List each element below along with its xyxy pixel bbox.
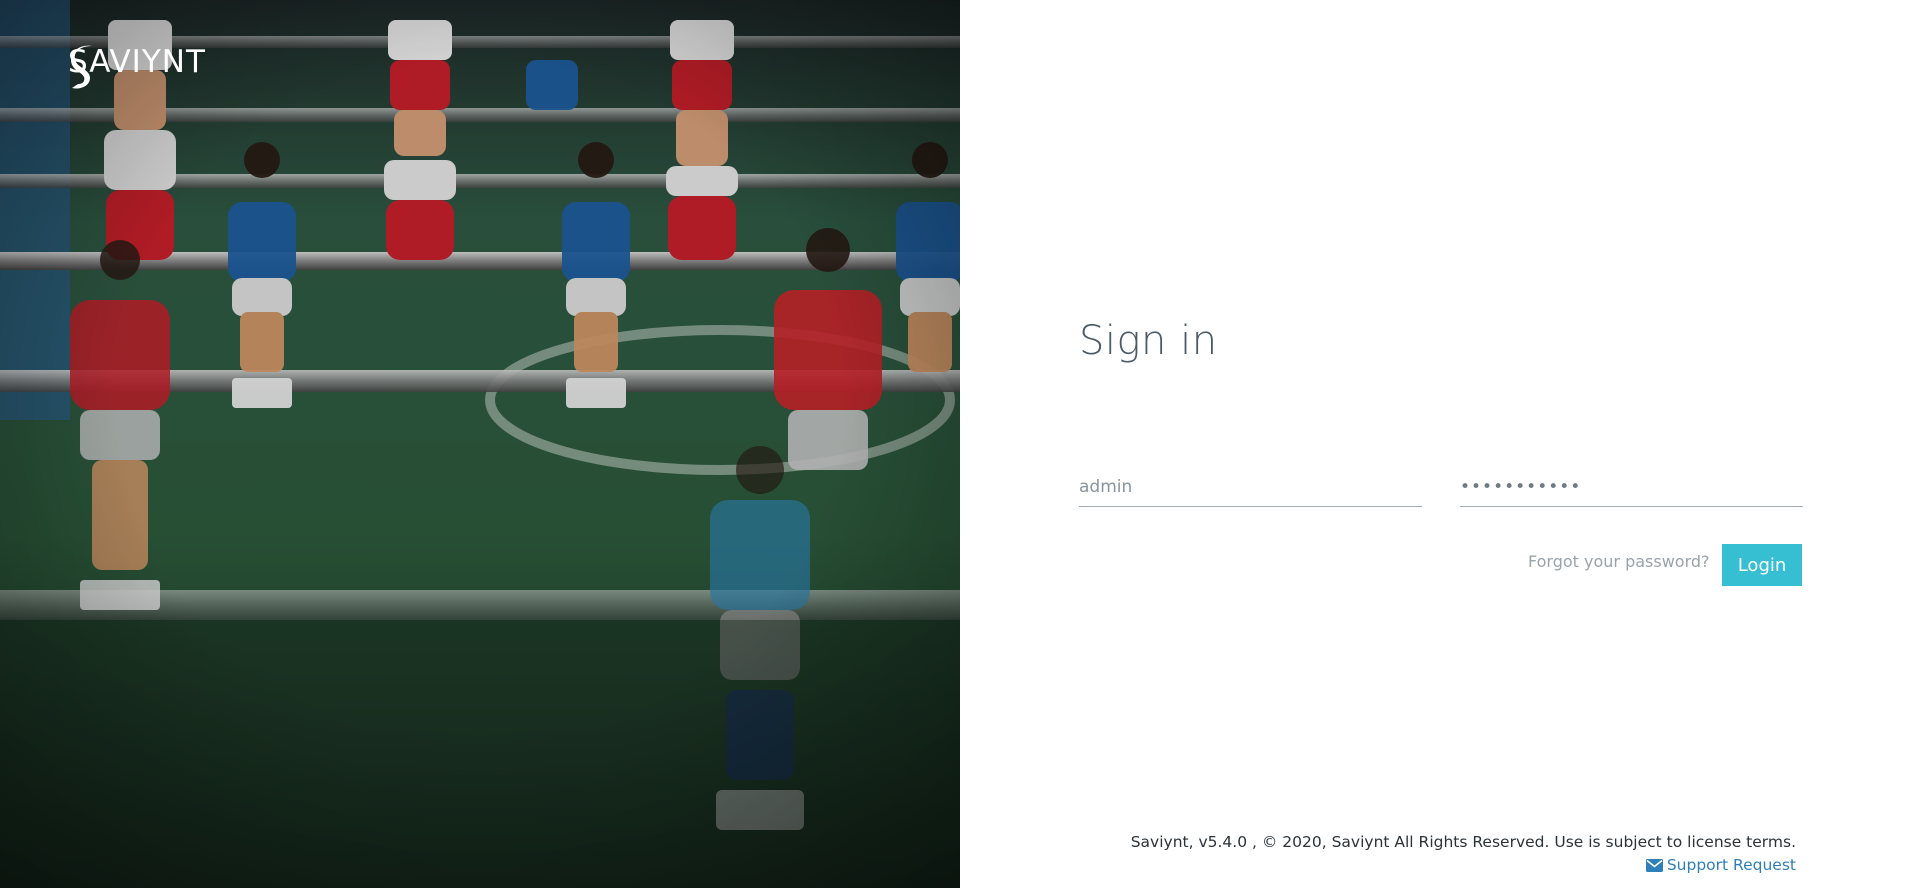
support-request-label: Support Request <box>1666 856 1796 874</box>
foosball-photo <box>0 0 960 888</box>
login-page: SAVIYNT Sign in Forgot your password? Lo… <box>0 0 1920 888</box>
saviynt-logo-mark-icon <box>71 45 92 89</box>
envelope-icon <box>1645 859 1663 872</box>
login-panel: Sign in Forgot your password? Login Savi… <box>960 0 1920 888</box>
hero-photo: SAVIYNT <box>0 0 960 888</box>
forgot-password-link[interactable]: Forgot your password? <box>1528 552 1710 571</box>
copyright-text: Saviynt, v5.4.0 , © 2020, Saviynt All Ri… <box>1130 833 1796 851</box>
password-input[interactable] <box>1460 468 1803 507</box>
username-input[interactable] <box>1079 468 1422 507</box>
page-title: Sign in <box>1079 318 1218 364</box>
support-request-link[interactable]: Support Request <box>1645 854 1796 877</box>
login-button[interactable]: Login <box>1722 544 1802 586</box>
footer: Saviynt, v5.4.0 , © 2020, Saviynt All Ri… <box>1131 831 1796 879</box>
brand-logo: SAVIYNT <box>68 44 206 89</box>
